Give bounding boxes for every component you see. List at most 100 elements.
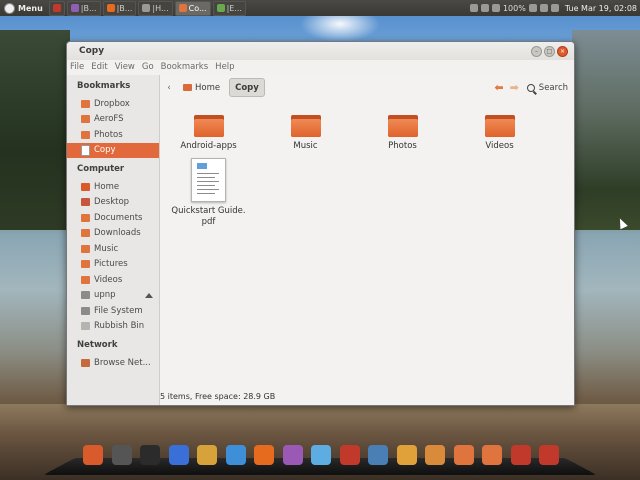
sidebar-item-rubbish-bin[interactable]: Rubbish Bin: [67, 319, 159, 335]
sidebar-item-upnp[interactable]: upnp: [67, 288, 159, 304]
sidebar-item-downloads[interactable]: Downloads: [67, 226, 159, 242]
wallpaper-trees: [0, 30, 70, 230]
applications-menu-button[interactable]: Menu: [0, 2, 49, 14]
file-label: Videos: [485, 141, 514, 151]
file-manager-window: Copy – □ × File Edit View Go Bookmarks Help B…: [66, 41, 575, 406]
top-panel: Menu |B... |B... |H... Co... |E... 100% Tue …: [0, 0, 640, 16]
taskbar-button[interactable]: |H...: [138, 0, 173, 16]
sidebar-item-label: Pictures: [94, 259, 128, 270]
filezilla-icon[interactable]: [339, 445, 360, 465]
sidebar-item-desktop[interactable]: Desktop: [67, 195, 159, 211]
chat-status-icon[interactable]: [539, 4, 548, 12]
sidebar-item-label: File System: [94, 305, 143, 316]
documents-icon[interactable]: [425, 445, 445, 465]
taskbar-button[interactable]: |B...: [66, 0, 101, 16]
update-icon[interactable]: [550, 4, 559, 12]
weather-icon[interactable]: [225, 445, 246, 465]
taskbar-button-label: |H...: [152, 3, 169, 13]
breadcrumb-copy-label: Copy: [235, 82, 259, 93]
sidebar-item-aerofs[interactable]: AeroFS: [67, 112, 159, 128]
menu-edit[interactable]: Edit: [91, 62, 107, 72]
window-title: Copy: [79, 46, 105, 56]
sidebar-item-photos[interactable]: Photos: [67, 127, 159, 143]
places-sidebar: Bookmarks Dropbox AeroFS Photos Copy Comput…: [67, 75, 160, 405]
sidebar-item-browse-net[interactable]: Browse Net...: [67, 355, 159, 371]
search-button[interactable]: Search: [526, 82, 568, 93]
file-view: ‹ Home Copy ⬅ ➡ Search Android-apps Music…: [160, 75, 574, 405]
folder-item[interactable]: Photos: [354, 115, 451, 152]
bird-icon[interactable]: [311, 445, 331, 465]
folder-item[interactable]: Android-apps: [160, 115, 257, 152]
sidebar-item-dropbox[interactable]: Dropbox: [67, 96, 159, 112]
chevron-left-icon[interactable]: ‹: [164, 83, 174, 93]
sidebar-item-videos[interactable]: Videos: [67, 272, 159, 288]
file-item-pdf[interactable]: Quickstart Guide. pdf: [160, 158, 257, 228]
taskbar-button[interactable]: Co...: [174, 0, 211, 16]
eject-icon[interactable]: [145, 292, 153, 298]
virtualbox-icon[interactable]: [368, 445, 388, 465]
maximize-button[interactable]: □: [544, 45, 555, 57]
settings-icon[interactable]: [111, 445, 132, 465]
menu-help[interactable]: Help: [215, 62, 234, 72]
menu-view[interactable]: View: [115, 62, 135, 72]
sidebar-item-documents[interactable]: Documents: [67, 210, 159, 226]
sidebar-item-file-system[interactable]: File System: [67, 303, 159, 319]
pdf-text-line: [197, 189, 219, 190]
breadcrumb-copy[interactable]: Copy: [229, 78, 265, 97]
dropbox-icon[interactable]: [469, 4, 478, 12]
photos-icon[interactable]: [453, 445, 474, 465]
video-icon[interactable]: [510, 445, 531, 465]
sidebar-item-label: Videos: [94, 274, 123, 285]
clock[interactable]: Tue Mar 19, 02:08: [565, 4, 637, 13]
sidebar-item-label: Rubbish Bin: [94, 321, 145, 332]
picasa-icon[interactable]: [197, 445, 217, 465]
sidebar-item-pictures[interactable]: Pictures: [67, 257, 159, 273]
folder-icon: [81, 130, 90, 139]
taskbar-button[interactable]: |B...: [102, 0, 137, 16]
sidebar-item-label: Dropbox: [94, 98, 130, 109]
folder-item[interactable]: Videos: [451, 115, 548, 152]
taskbar-button[interactable]: [48, 0, 65, 16]
pdf-text-line: [197, 177, 215, 178]
volume-icon[interactable]: [491, 4, 500, 12]
folder-icon: [81, 260, 90, 269]
downloads-icon[interactable]: [482, 445, 502, 465]
folder-item[interactable]: Music: [257, 115, 354, 152]
sidebar-item-label: Downloads: [94, 228, 141, 239]
desktop-icon: [81, 198, 90, 207]
sidebar-item-music[interactable]: Music: [67, 241, 159, 257]
terminal-icon[interactable]: [140, 445, 160, 465]
sidebar-item-home[interactable]: Home: [67, 179, 159, 195]
chat-icon[interactable]: [282, 445, 303, 465]
sidebar-item-copy[interactable]: Copy: [67, 142, 159, 158]
media-player-icon[interactable]: [168, 445, 189, 465]
folder-icon: [387, 115, 418, 137]
breadcrumb-home[interactable]: Home: [178, 79, 225, 96]
taskbar-button[interactable]: |E...: [212, 0, 246, 16]
menu-bookmarks[interactable]: Bookmarks: [161, 62, 209, 72]
flag-icon: [52, 4, 61, 12]
folder-icon: [81, 244, 90, 253]
menu-go[interactable]: Go: [142, 62, 154, 72]
power-icon[interactable]: [539, 445, 559, 465]
network-icon[interactable]: [480, 4, 489, 12]
minimize-button[interactable]: –: [531, 45, 542, 57]
forward-arrow-icon[interactable]: ➡: [510, 81, 519, 94]
taskbar-button-label: Co...: [188, 3, 207, 13]
system-tray: 100% Tue Mar 19, 02:08: [469, 4, 640, 13]
menu-file[interactable]: File: [70, 62, 84, 72]
search-label: Search: [538, 82, 568, 93]
back-arrow-icon[interactable]: ⬅: [494, 81, 503, 94]
trash-icon: [81, 322, 90, 331]
firefox-icon[interactable]: [254, 445, 274, 465]
dock: [75, 440, 567, 470]
ubuntu-icon[interactable]: [83, 445, 103, 465]
window-controls: – □ ×: [531, 45, 568, 57]
files-icon[interactable]: [396, 445, 417, 465]
title-bar[interactable]: Copy – □ ×: [67, 42, 574, 60]
file-label: Android-apps: [180, 141, 237, 151]
mail-icon[interactable]: [528, 4, 537, 12]
close-button[interactable]: ×: [557, 45, 568, 57]
battery-label[interactable]: 100%: [503, 4, 526, 13]
history-navigation: ⬅ ➡: [494, 81, 518, 94]
